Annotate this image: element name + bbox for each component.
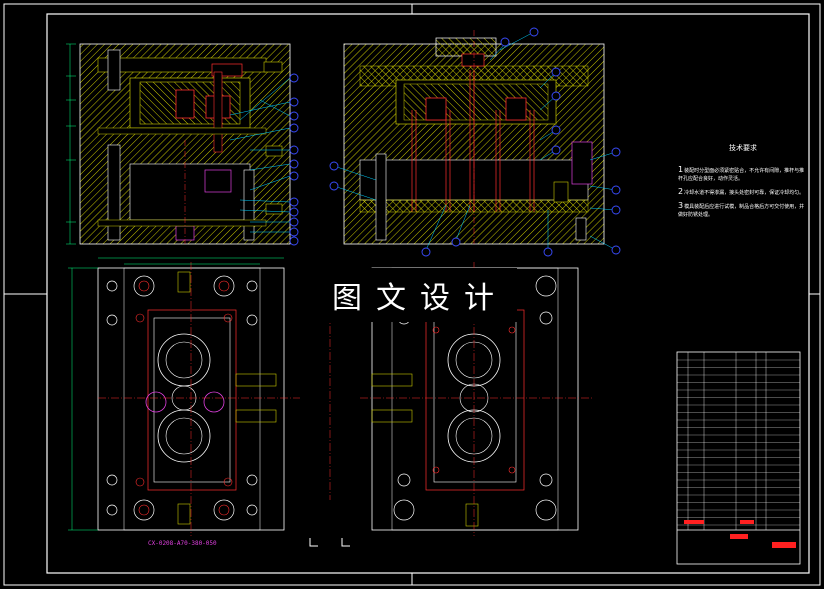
watermark-text: 图文设计 [323, 268, 517, 322]
tech-req-item: 1装配时分型面必须紧密贴合，不允许有间隙，推杆与推杆孔应配合良好，动作灵活。 [678, 165, 805, 183]
technical-requirements: 技术要求 1装配时分型面必须紧密贴合，不允许有间隙，推杆与推杆孔应配合良好，动作… [678, 144, 808, 224]
tech-req-item: 2冷却水道不得渗漏，接头处密封可靠，保证冷却均匀。 [678, 187, 805, 197]
tech-req-title: 技术要求 [729, 144, 757, 152]
section-view-left [66, 43, 299, 246]
section-markers [309, 538, 350, 547]
plan-view-left [68, 257, 300, 536]
tech-req-item: 3模具装配后应进行试模，制品合格后方可交付使用，并做好防锈处理。 [678, 201, 805, 219]
title-block [676, 351, 801, 565]
cad-drawing-sheet: 图文设计 技术要求 1装配时分型面必须紧密贴合，不允许有间隙，推杆与推杆孔应配合… [0, 0, 824, 589]
drawing-number: CX-0208-A70-380-050 [148, 540, 217, 547]
section-view-right [329, 27, 621, 257]
